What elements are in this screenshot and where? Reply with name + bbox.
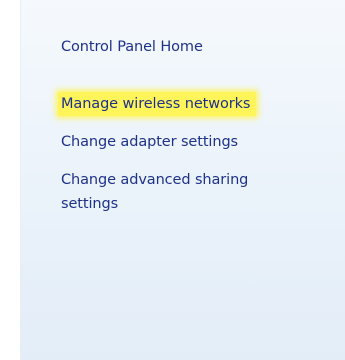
control-panel-home-link[interactable]: Control Panel Home [61, 36, 203, 58]
manage-wireless-networks-link[interactable]: Manage wireless networks [58, 92, 257, 116]
control-panel-window: Control Panel Home Manage wireless netwo… [0, 0, 345, 360]
change-adapter-settings-link[interactable]: Change adapter settings [61, 131, 238, 153]
change-advanced-sharing-settings-link[interactable]: Change advanced sharing settings [61, 168, 276, 216]
